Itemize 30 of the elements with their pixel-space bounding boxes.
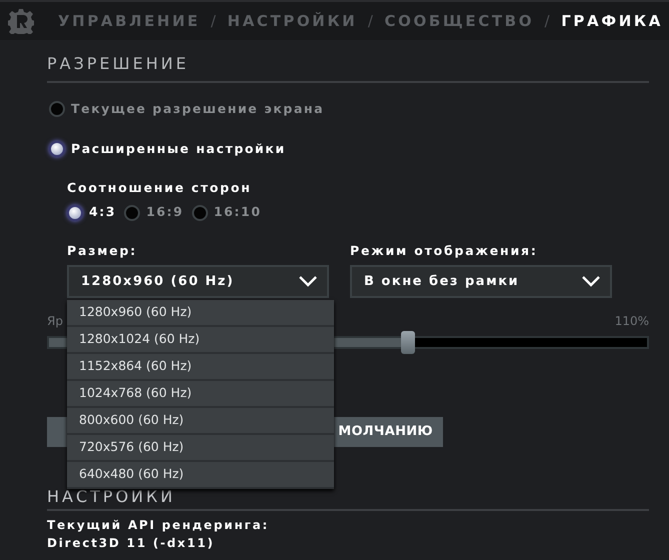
tab[interactable]: ГРАФИКА (561, 10, 663, 32)
size-label: Размер: (67, 242, 138, 260)
tab-separator: / (544, 10, 551, 32)
dropdown-item[interactable]: 1280x1024 (60 Hz) (67, 327, 334, 354)
radio-option[interactable]: Текущее разрешение экрана (49, 100, 649, 119)
chevron-down-icon (299, 276, 317, 287)
chevron-down-icon (582, 276, 600, 287)
api-value: Direct3D 11 (-dx11) (47, 534, 216, 552)
dropdown-item[interactable]: 720x576 (60 Hz) (67, 435, 334, 462)
brightness-reading: 110% (614, 312, 649, 330)
radio-option[interactable]: Расширенные настройки (49, 140, 649, 158)
section-heading: РАЗРЕШЕНИЕ (47, 52, 649, 83)
aspect-ratio-label: Соотношение сторон (67, 178, 253, 197)
display-mode-label: Режим отображения: (350, 242, 539, 260)
dropdown-item[interactable]: 800x600 (60 Hz) (67, 408, 334, 435)
display-mode-dropdown[interactable]: В окне без рамки (350, 264, 612, 298)
gear-icon[interactable] (8, 8, 34, 34)
slider-thumb[interactable] (400, 330, 415, 354)
size-dropdown[interactable]: 1280x960 (60 Hz) (67, 264, 329, 298)
radio-option[interactable]: 16:10 (192, 203, 262, 222)
brightness-label: Яр (47, 312, 63, 330)
tab-separator: / (210, 10, 217, 32)
dropdown-item[interactable]: 640x480 (60 Hz) (67, 462, 334, 489)
tab-separator: / (368, 10, 374, 32)
api-label: Текущий API рендеринга: (47, 516, 270, 534)
dropdown-item[interactable]: 1280x960 (60 Hz) (67, 300, 334, 327)
dropdown-item[interactable]: 1152x864 (60 Hz) (67, 354, 334, 381)
radio-option[interactable]: 16:9 (124, 203, 184, 222)
radio-option[interactable]: 4:3 (67, 203, 116, 222)
dropdown-item[interactable]: 1024x768 (60 Hz) (67, 381, 334, 408)
